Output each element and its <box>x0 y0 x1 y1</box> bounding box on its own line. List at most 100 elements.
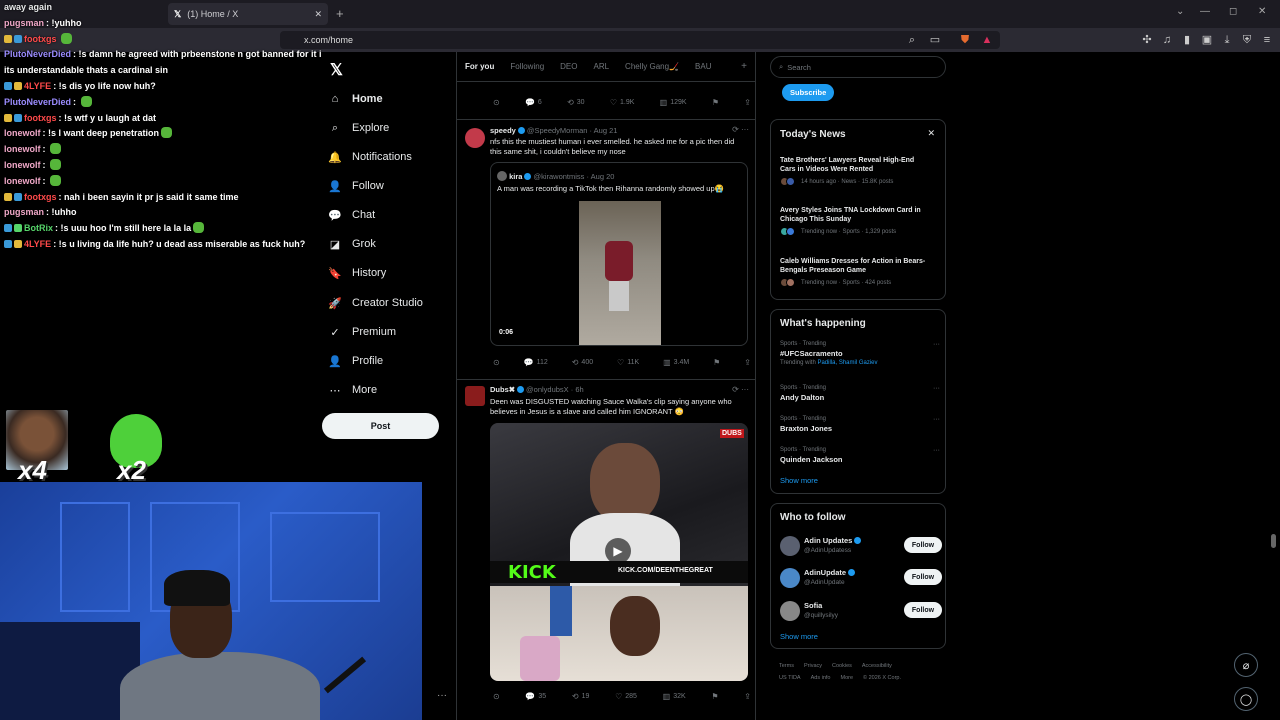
menu-icon[interactable]: ≡ <box>1260 33 1274 47</box>
more-options-icon[interactable]: ··· <box>933 341 940 348</box>
show-more-link[interactable]: Show more <box>780 632 818 641</box>
chat-username[interactable]: PlutoNeverDied <box>4 97 71 107</box>
share-icon[interactable]: ⇪ <box>744 98 751 107</box>
chat-username[interactable]: pugsman <box>4 207 44 217</box>
chat-username[interactable]: away again <box>4 2 52 12</box>
brave-shield-icon[interactable]: ⛊ <box>958 33 972 47</box>
footer-link[interactable]: Ads info <box>811 675 831 681</box>
trend-related-links[interactable]: Padilla, Shamil Gaziev <box>817 360 877 366</box>
zoom-icon[interactable]: ⌕ <box>905 33 919 47</box>
like-button[interactable]: ♡ 285 <box>615 692 637 701</box>
show-more-link[interactable]: Show more <box>780 476 818 485</box>
music-icon[interactable]: ♫ <box>1160 33 1174 47</box>
avatar[interactable] <box>780 568 800 588</box>
add-tab-icon[interactable]: + <box>741 61 747 72</box>
tab-list-icon[interactable]: ⌄ <box>1176 6 1184 17</box>
subscribe-button[interactable]: Subscribe <box>782 84 835 101</box>
timeline-tab[interactable]: BAU <box>687 62 719 71</box>
nav-item-premium[interactable]: ✓ Premium <box>328 321 396 343</box>
nav-item-follow[interactable]: 👤 Follow <box>328 175 384 197</box>
extensions-icon[interactable]: ✣ <box>1140 33 1154 47</box>
follow-suggestion[interactable]: Sofia @quillysilyy Follow <box>780 599 942 625</box>
more-options-icon[interactable]: ··· <box>933 385 940 392</box>
quoted-tweet[interactable]: kira @kirawontmiss · Aug 20 A man was rec… <box>490 162 748 346</box>
nav-item-more[interactable]: ⋯ More <box>328 379 378 401</box>
vpn-icon[interactable]: ⛨ <box>1240 33 1254 47</box>
chat-username[interactable]: footxgs <box>24 192 57 202</box>
timeline-tab[interactable]: DEO <box>552 62 585 71</box>
timeline-tab[interactable]: Following <box>502 62 552 71</box>
like-button[interactable]: ♡ 11K <box>617 358 639 367</box>
window-close-button[interactable]: ✕ <box>1258 6 1266 17</box>
x-logo-icon[interactable]: 𝕏 <box>330 60 343 80</box>
trend-item[interactable]: Sports · Trending Braxton Jones ··· <box>780 416 940 433</box>
trend-item[interactable]: Sports · Trending #UFCSacramento Trending … <box>780 341 940 366</box>
new-tab-button[interactable]: + <box>336 6 344 21</box>
tweet-media[interactable]: DUBS ▶ KICK KICK.COM/DEENTHEGREAT <box>490 423 748 681</box>
views-button[interactable]: ▥ 129K <box>660 98 687 107</box>
follow-suggestion[interactable]: Adin Updates @AdinUpdatess Follow <box>780 534 942 560</box>
author-handle[interactable]: @SpeedyMorman · Aug 21 <box>527 126 618 135</box>
scrollbar-thumb[interactable] <box>1271 534 1276 548</box>
trend-item[interactable]: Sports · Trending Andy Dalton ··· <box>780 385 940 402</box>
bookmark-icon[interactable]: ⚑ <box>712 98 719 107</box>
footer-link[interactable]: Cookies <box>832 663 852 669</box>
grok-analyze-button[interactable]: ⊙ <box>493 358 500 367</box>
page-scrollbar[interactable] <box>1270 56 1276 720</box>
address-bar[interactable]: x.com/home <box>280 31 1000 49</box>
repost-button[interactable]: ⟲ 30 <box>567 98 585 107</box>
rewards-icon[interactable]: ▲ <box>980 33 994 47</box>
news-item[interactable]: Tate Brothers' Lawyers Reveal High-End C… <box>780 156 930 186</box>
chat-username[interactable]: lonewolf <box>4 144 41 154</box>
views-button[interactable]: ▥ 3.4M <box>663 358 689 367</box>
nav-item-history[interactable]: 🔖 History <box>328 262 386 284</box>
wallet-icon[interactable]: ▣ <box>1200 33 1214 47</box>
footer-link[interactable]: Accessibility <box>862 663 892 669</box>
close-icon[interactable]: ✕ <box>927 128 935 139</box>
avatar[interactable] <box>465 386 485 406</box>
footer-link[interactable]: More <box>840 675 853 681</box>
reader-icon[interactable]: ▭ <box>928 33 942 47</box>
nav-item-explore[interactable]: ⌕ Explore <box>328 117 389 139</box>
author-name[interactable]: Dubs✖ <box>490 385 515 394</box>
chat-username[interactable]: lonewolf <box>4 128 41 138</box>
sidebar-icon[interactable]: ▮ <box>1180 33 1194 47</box>
timeline-tab[interactable]: For you <box>457 62 502 71</box>
nav-item-notifications[interactable]: 🔔 Notifications <box>328 146 412 168</box>
bookmark-icon[interactable]: ⚑ <box>711 692 718 701</box>
nav-item-grok[interactable]: ◪ Grok <box>328 233 376 255</box>
avatar[interactable] <box>780 601 800 621</box>
chat-username[interactable]: BotRix <box>24 223 53 233</box>
more-options-icon[interactable]: ⟳ ··· <box>732 125 749 134</box>
chat-username[interactable]: 4LYFE <box>24 81 51 91</box>
chat-username[interactable]: footxgs <box>24 34 57 44</box>
nav-item-creator-studio[interactable]: 🚀 Creator Studio <box>328 292 423 314</box>
window-minimize-button[interactable]: — <box>1200 6 1210 17</box>
follow-button[interactable]: Follow <box>904 602 942 618</box>
follow-button[interactable]: Follow <box>904 569 942 585</box>
reply-button[interactable]: 💬 35 <box>525 692 546 701</box>
share-icon[interactable]: ⇪ <box>744 692 751 701</box>
timeline-tab[interactable]: Chelly Gang🏒 <box>617 62 687 71</box>
more-options-icon[interactable]: ··· <box>933 447 940 454</box>
chat-username[interactable]: lonewolf <box>4 176 41 186</box>
trend-item[interactable]: Sports · Trending Quinden Jackson ··· <box>780 447 940 464</box>
video-thumbnail[interactable] <box>579 201 661 345</box>
footer-link[interactable]: Terms <box>779 663 794 669</box>
grok-analyze-button[interactable]: ⊙ <box>493 98 500 107</box>
nav-item-profile[interactable]: 👤 Profile <box>328 350 383 372</box>
news-item[interactable]: Avery Styles Joins TNA Lockdown Card in … <box>780 206 930 236</box>
chat-username[interactable]: PlutoNeverDied <box>4 49 71 59</box>
grok-icon[interactable]: ⌀ <box>1234 653 1258 677</box>
news-item[interactable]: Caleb Williams Dresses for Action in Bea… <box>780 257 930 287</box>
avatar[interactable] <box>465 128 485 148</box>
nav-item-chat[interactable]: 💬 Chat <box>328 204 375 226</box>
bookmark-icon[interactable]: ⚑ <box>713 358 720 367</box>
follow-button[interactable]: Follow <box>904 537 942 553</box>
more-options-icon[interactable]: ⟳ ··· <box>732 385 749 394</box>
share-icon[interactable]: ⇪ <box>744 358 751 367</box>
download-icon[interactable]: ⤓ <box>1220 33 1234 47</box>
tweet[interactable]: Dubs✖ @onlydubsX · 6h ⟳ ··· Deen was DISG… <box>457 379 755 720</box>
repost-button[interactable]: ⟲ 400 <box>572 358 593 367</box>
chat-username[interactable]: footxgs <box>24 113 57 123</box>
